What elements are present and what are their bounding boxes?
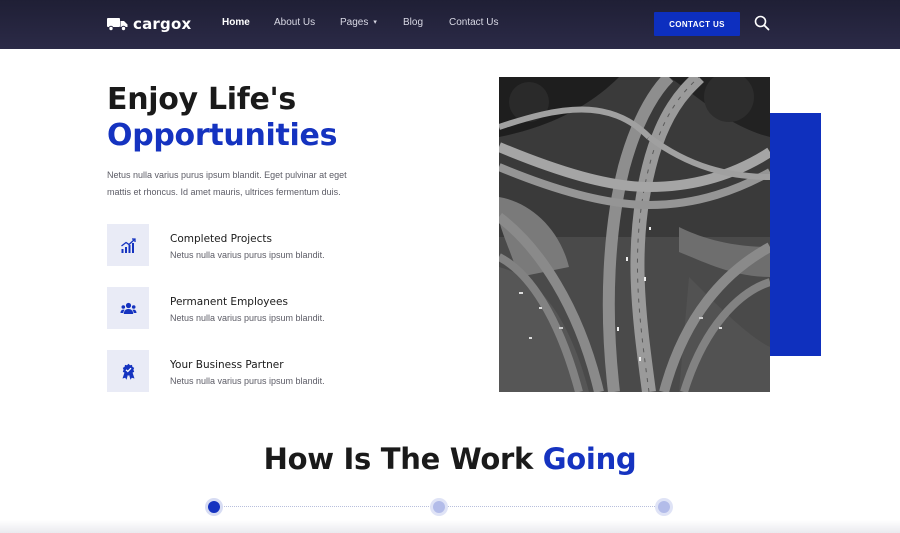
- nav-contact[interactable]: Contact Us: [449, 17, 498, 28]
- aerial-highway-image: [499, 77, 770, 392]
- work-section-title-accent: Going: [542, 442, 637, 476]
- feature-icon-box: [107, 287, 149, 329]
- feature-title: Permanent Employees: [170, 296, 288, 308]
- work-section-title: How Is The Work Going: [0, 442, 900, 476]
- hero-description: Netus nulla varius purus ipsum blandit. …: [107, 170, 347, 197]
- bottom-fade: [0, 520, 900, 533]
- feature-business-partner: Your Business Partner Netus nulla varius…: [107, 350, 367, 392]
- chevron-down-icon: ▾: [373, 19, 377, 26]
- feature-icon-box: [107, 224, 149, 266]
- search-icon[interactable]: [754, 15, 770, 31]
- nav-home[interactable]: Home: [222, 17, 250, 28]
- feature-description: Netus nulla varius purus ipsum blandit.: [170, 376, 325, 386]
- feature-permanent-employees: Permanent Employees Netus nulla varius p…: [107, 287, 367, 329]
- brand-name: cargox: [133, 15, 192, 33]
- nav-about[interactable]: About Us: [274, 17, 315, 28]
- feature-description: Netus nulla varius purus ipsum blandit.: [170, 313, 325, 323]
- nav-pages[interactable]: Pages ▾: [340, 17, 377, 28]
- feature-description: Netus nulla varius purus ipsum blandit.: [170, 250, 325, 260]
- contact-us-button[interactable]: CONTACT US: [654, 12, 740, 36]
- work-timeline: [205, 497, 675, 517]
- feature-title: Your Business Partner: [170, 359, 284, 371]
- timeline-step-2[interactable]: [430, 498, 448, 516]
- hero-title-line1: Enjoy Life's: [107, 82, 296, 117]
- nav-pages-label: Pages: [340, 17, 369, 28]
- hero-title: Enjoy Life's Opportunities: [107, 82, 337, 154]
- navbar: cargox Home About Us Pages ▾ Blog Contact…: [0, 0, 900, 49]
- award-badge-icon: [122, 363, 134, 380]
- truck-icon: [107, 18, 128, 31]
- chart-growth-icon: [120, 237, 136, 253]
- timeline-step-1[interactable]: [205, 498, 223, 516]
- work-section-title-main: How Is The Work: [263, 442, 534, 476]
- brand-logo[interactable]: cargox: [107, 14, 191, 34]
- timeline-step-3[interactable]: [655, 498, 673, 516]
- team-icon: [120, 302, 136, 314]
- feature-completed-projects: Completed Projects Netus nulla varius pu…: [107, 224, 367, 266]
- feature-icon-box: [107, 350, 149, 392]
- hero-title-line2: Opportunities: [107, 118, 338, 153]
- nav-blog[interactable]: Blog: [403, 17, 423, 28]
- feature-title: Completed Projects: [170, 233, 273, 245]
